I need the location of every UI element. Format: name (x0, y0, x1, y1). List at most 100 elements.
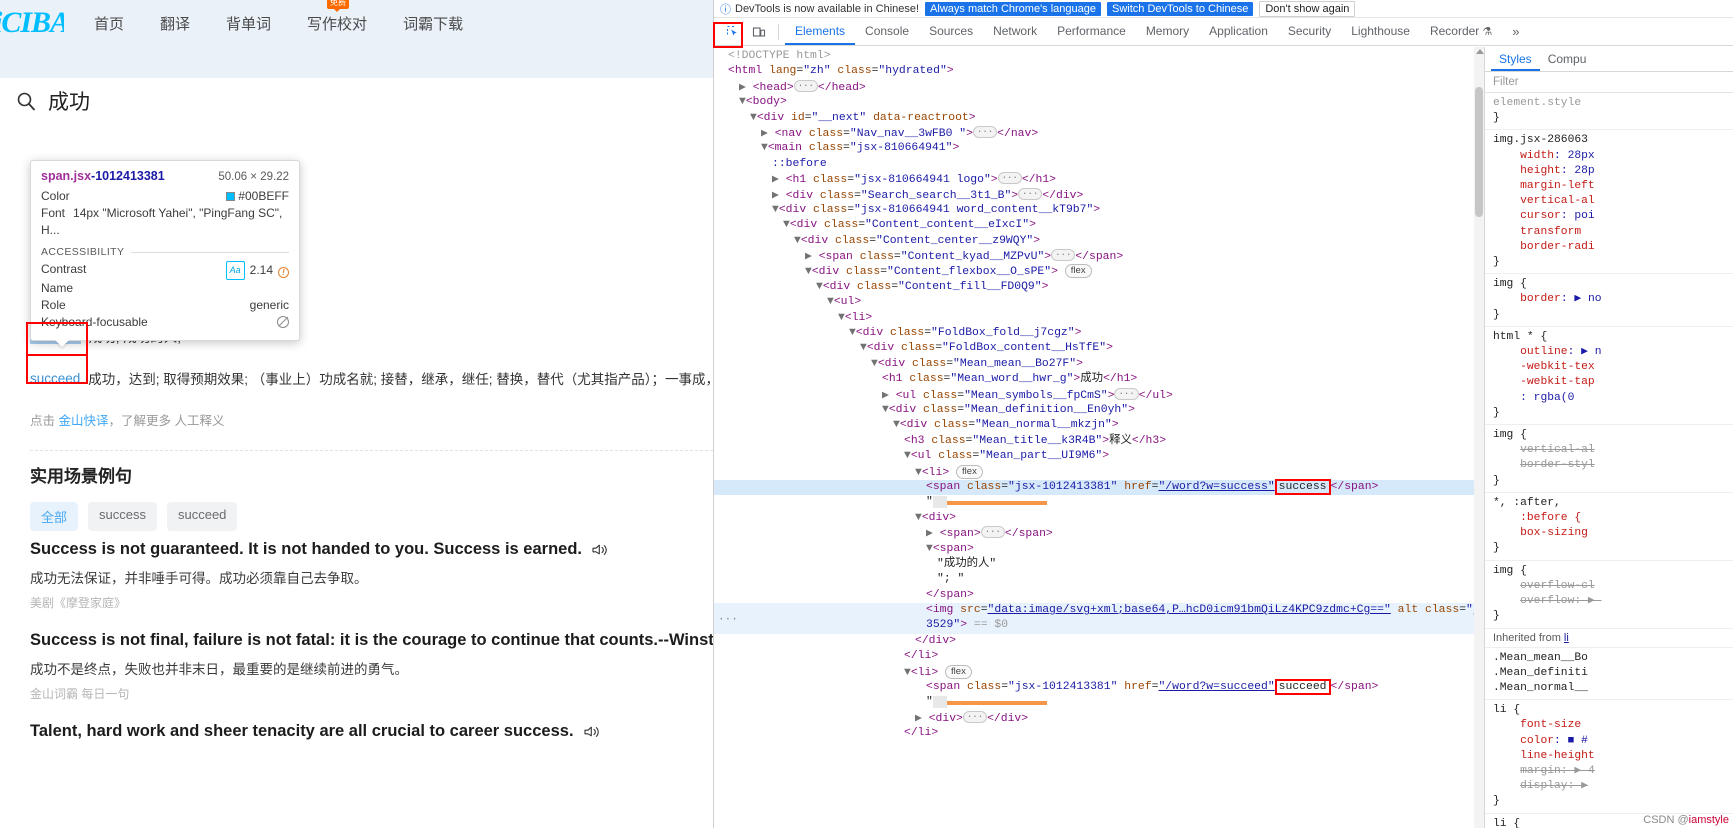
style-rule[interactable]: li { font-size color: ■ # line-height ma… (1485, 700, 1733, 814)
collapse-arrow-icon[interactable]: ▼ (849, 327, 856, 339)
css-property-name[interactable]: line-height (1520, 750, 1595, 762)
tab-network[interactable]: Network (983, 18, 1047, 45)
inspect-element-icon[interactable] (720, 21, 746, 43)
collapse-arrow-icon[interactable]: ▼ (915, 467, 922, 479)
dom-tree-line[interactable]: ▼<div class="FoldBox_fold__j7cgz"> (714, 326, 1484, 341)
tab-computed[interactable]: Compu (1540, 47, 1595, 71)
css-property-value[interactable]: : poi (1561, 210, 1595, 222)
dom-tree-line[interactable]: ▼<div class="Mean_normal__mkzjn"> (714, 418, 1484, 433)
dom-tree-line[interactable]: ▼<main class="jsx-810664941"> (714, 141, 1484, 156)
dom-tree-line[interactable]: <!DOCTYPE html> (714, 49, 1484, 64)
css-property-value[interactable]: : ▶ (1568, 780, 1588, 792)
collapse-arrow-icon[interactable]: ▼ (794, 235, 801, 247)
dom-tree-line[interactable]: <span class="jsx-1012413381" href="/word… (714, 478, 1484, 496)
dom-tree-line[interactable]: ▼<div id="__next" data-reactroot> (714, 111, 1484, 126)
expand-arrow-icon[interactable]: ▶ (805, 251, 819, 263)
style-rule[interactable]: img { border: ▶ no } (1485, 274, 1733, 327)
style-rule[interactable]: img.jsx-286063 width: 28px height: 28p m… (1485, 130, 1733, 275)
definition-word-succeed[interactable]: succeed (30, 371, 80, 386)
collapse-arrow-icon[interactable]: ▼ (860, 342, 867, 354)
collapse-arrow-icon[interactable]: ▼ (882, 404, 889, 416)
css-property-name[interactable]: -webkit-tap (1520, 376, 1595, 388)
chip-succeed[interactable]: succeed (166, 502, 238, 531)
dom-tree-line[interactable]: ▼<div class="Mean_definition__En0yh"> (714, 403, 1484, 418)
collapse-arrow-icon[interactable]: ▼ (904, 667, 911, 679)
inherited-selector[interactable]: .Mean_definiti (1493, 667, 1588, 679)
tab-elements[interactable]: Elements (785, 18, 855, 45)
styles-filter-input[interactable]: Filter (1485, 72, 1733, 93)
dom-tree-pane[interactable]: <!DOCTYPE html> <html lang="zh" class="hy… (714, 47, 1484, 828)
device-toolbar-icon[interactable] (746, 21, 772, 43)
ellipsis-icon[interactable]: ··· (793, 79, 818, 92)
css-property-value[interactable]: : 28p (1561, 165, 1595, 177)
collapse-arrow-icon[interactable]: ▼ (805, 266, 812, 278)
dom-tree-line[interactable]: " (714, 495, 1484, 510)
css-property-name[interactable]: transform (1520, 226, 1581, 238)
collapse-arrow-icon[interactable]: ▼ (816, 281, 823, 293)
css-property-name[interactable]: :before { (1520, 512, 1581, 524)
dom-tree-line[interactable]: </li> (714, 649, 1484, 664)
ellipsis-icon[interactable]: ··· (980, 526, 1005, 539)
nav-item-translate[interactable]: 翻译 (160, 13, 190, 34)
css-property-name[interactable]: border-radi (1520, 241, 1595, 253)
scroll-up-arrow[interactable] (1476, 49, 1484, 54)
dom-tree-line[interactable]: <span class="jsx-1012413381" href="/word… (714, 679, 1484, 696)
tab-recorder[interactable]: Recorder ⚗ (1420, 18, 1502, 45)
expand-arrow-icon[interactable]: ▶ (772, 174, 786, 186)
css-property-name[interactable]: display (1520, 780, 1567, 792)
dom-tree-line[interactable]: ▼<div class="Content_content__eIxcI"> (714, 218, 1484, 233)
dom-tree-line[interactable]: ▼<li> (714, 311, 1484, 326)
css-property-name[interactable]: cursor (1520, 210, 1561, 222)
collapse-arrow-icon[interactable]: ▼ (838, 312, 845, 324)
ellipsis-icon[interactable]: ··· (997, 172, 1022, 185)
css-property-value[interactable]: : rgba(0 (1520, 392, 1574, 404)
scrollbar-thumb[interactable] (1475, 87, 1483, 217)
css-property-name[interactable]: margin-left (1520, 180, 1595, 192)
dom-tree-line[interactable]: ::before (714, 157, 1484, 172)
dom-tree-line[interactable]: 3529"> == $0 (714, 618, 1484, 634)
css-property-name[interactable]: border (1520, 293, 1561, 305)
inherited-element-link[interactable]: li (1564, 632, 1569, 644)
nav-item-download[interactable]: 词霸下载 (403, 13, 463, 34)
css-property-name[interactable]: height (1520, 165, 1561, 177)
css-property-name[interactable]: border-styl (1520, 459, 1595, 471)
expand-arrow-icon[interactable]: ▶ (915, 713, 929, 725)
style-rule[interactable]: img { overflow-cl overflow: ▶ } (1485, 561, 1733, 629)
collapse-arrow-icon[interactable]: ▼ (761, 142, 768, 154)
tab-console[interactable]: Console (855, 18, 919, 45)
dom-tree-line[interactable]: ▶ <div class="Search_search__3t1_B"> ··· <… (714, 187, 1484, 203)
chip-all[interactable]: 全部 (30, 502, 79, 531)
dom-tree-line[interactable]: ▼<span> (714, 542, 1484, 557)
dom-tree-line[interactable]: ▶ <span class="Content_kyad__MZPvU"> ··· <… (714, 249, 1484, 264)
dom-scrollbar[interactable] (1474, 47, 1484, 828)
dom-tree-line[interactable]: ▼<div class="Content_fill__FD0Q9"> (714, 280, 1484, 295)
dom-tree-line[interactable]: ▼<li> flex (714, 664, 1484, 680)
css-property-name[interactable]: -webkit-tex (1520, 361, 1595, 373)
style-rule[interactable]: img { vertical-al border-styl } (1485, 425, 1733, 493)
collapse-arrow-icon[interactable]: ▼ (827, 296, 834, 308)
nav-item-home[interactable]: 首页 (94, 13, 124, 34)
collapse-arrow-icon[interactable]: ▼ (772, 204, 779, 216)
nav-item-proofreading[interactable]: 免费 写作校对 (307, 0, 367, 34)
css-property-value[interactable]: : ▶ n (1568, 346, 1602, 358)
style-rule[interactable]: element.style } (1485, 93, 1733, 131)
dom-tree-line[interactable]: ▼<div class="jsx-810664941 word_content_… (714, 203, 1484, 218)
tab-sources[interactable]: Sources (919, 18, 983, 45)
tab-styles[interactable]: Styles (1491, 47, 1540, 71)
nav-item-vocabulary[interactable]: 背单词 (226, 13, 271, 34)
css-property-value[interactable]: : ▶ no (1561, 293, 1602, 305)
expand-arrow-icon[interactable]: ▶ (926, 528, 940, 540)
css-property-value[interactable]: : ■ # (1554, 735, 1588, 747)
more-tabs-button[interactable]: » (1502, 24, 1529, 39)
ellipsis-icon[interactable]: ··· (1018, 187, 1043, 200)
dom-tree-line[interactable]: "; " (714, 572, 1484, 587)
flex-badge[interactable]: flex (945, 664, 972, 679)
css-property-name[interactable]: outline (1520, 346, 1567, 358)
dom-tree-line[interactable]: ▼<body> (714, 95, 1484, 110)
dom-tree-line[interactable]: "成功的人" (714, 557, 1484, 572)
dom-tree-line[interactable]: ▶ <span> ··· </span> (714, 526, 1484, 541)
dom-tree-line[interactable]: ▼<div class="Content_flexbox__O_sPE"> fl… (714, 264, 1484, 279)
dom-tree-line[interactable]: ▼<div class="FoldBox_content__HsTfE"> (714, 341, 1484, 356)
dom-tree-line[interactable]: " (714, 695, 1484, 710)
expand-arrow-icon[interactable]: ▶ (882, 390, 896, 402)
